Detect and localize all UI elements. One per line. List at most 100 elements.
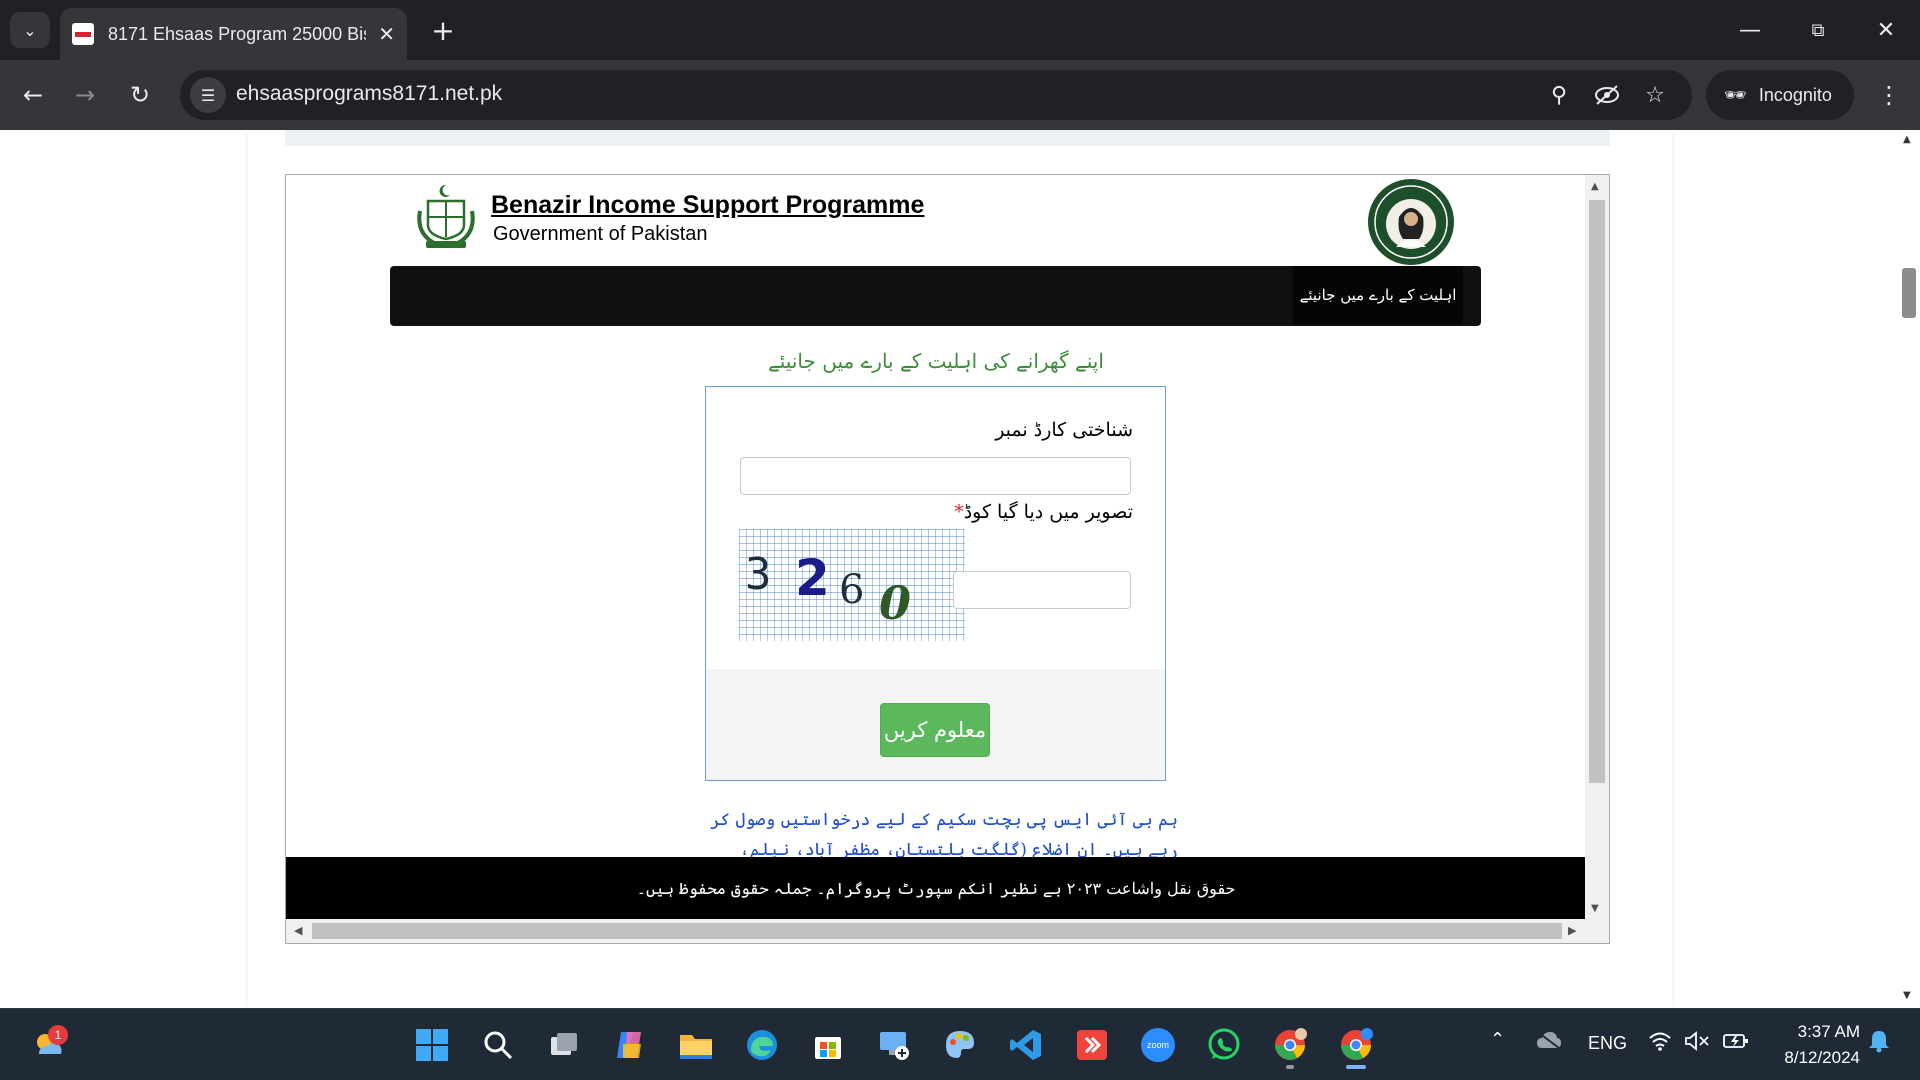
scroll-down-icon[interactable]: ▼ [1591, 903, 1599, 914]
url-text[interactable]: ehsaasprograms8171.net.pk [236, 82, 502, 106]
anydesk-button[interactable] [1068, 1021, 1116, 1069]
incognito-indicator[interactable]: 🕶 Incognito [1706, 70, 1854, 120]
required-asterisk: * [954, 501, 964, 523]
bell-icon [1869, 1031, 1889, 1053]
reload-button[interactable]: ↻ [121, 76, 159, 114]
copyright-footer: حقوق نقل واشاعت ۲۰۲۳ بے نظیر انکم سپورٹ … [286, 857, 1586, 920]
incognito-label: Incognito [1758, 84, 1832, 105]
captcha-input[interactable] [953, 571, 1131, 609]
file-explorer-button[interactable] [672, 1021, 720, 1069]
browser-menu-button[interactable]: ⋮ [1872, 76, 1906, 114]
new-tab-button[interactable]: + [425, 12, 461, 48]
chrome-profile-button[interactable] [1266, 1021, 1314, 1069]
store-icon [815, 1037, 841, 1059]
page-scroll-thumb[interactable] [1902, 268, 1916, 318]
frame-horizontal-scroll-thumb[interactable] [312, 923, 1562, 939]
edge-button[interactable] [738, 1021, 786, 1069]
page-vertical-scrollbar[interactable]: ▲ ▼ [1898, 130, 1920, 1007]
scroll-up-icon[interactable]: ▲ [1591, 181, 1599, 192]
wifi-icon[interactable] [1648, 1031, 1672, 1056]
vscode-icon [1010, 1030, 1041, 1060]
arrow-right-icon: → [74, 81, 96, 109]
battery-icon[interactable] [1722, 1031, 1750, 1056]
start-button[interactable] [408, 1021, 456, 1069]
edge-icon [747, 1030, 777, 1060]
frame-vertical-scroll-thumb[interactable] [1589, 200, 1605, 783]
reload-icon: ↻ [129, 81, 151, 109]
close-tab-icon[interactable]: ✕ [378, 22, 395, 46]
zoom-icon[interactable]: ⚲ [1542, 78, 1576, 112]
chevron-up-icon: ⌃ [1490, 1029, 1506, 1049]
show-hidden-icons-button[interactable]: ⌃ [1490, 1029, 1505, 1050]
chrome-icon [1275, 1028, 1307, 1060]
remote-desktop-icon [880, 1032, 909, 1060]
page-scroll-down-icon[interactable]: ▼ [1903, 990, 1911, 1001]
zoom-app-icon: zoom [1141, 1028, 1175, 1062]
paint-button[interactable] [936, 1021, 984, 1069]
captcha-char: 3 [745, 549, 772, 600]
tab-search-button[interactable]: ⌄ [10, 12, 50, 48]
bisp-seal-logo-icon [1368, 179, 1454, 265]
cnic-input[interactable] [740, 457, 1131, 495]
back-button[interactable]: ← [14, 76, 52, 114]
nav-eligibility-link[interactable]: اہلیت کے بارے میں جانیئے [1293, 266, 1463, 324]
close-window-button[interactable]: ✕ [1852, 0, 1920, 60]
frame-content: Benazir Income Support Programme Governm… [286, 175, 1586, 920]
clock-time: 3:37 AM [1797, 1022, 1860, 1041]
remote-desktop-button[interactable] [870, 1021, 918, 1069]
zoom-button[interactable]: zoom [1134, 1021, 1182, 1069]
frame-horizontal-scrollbar[interactable]: ◀ ▶ [286, 919, 1609, 943]
paint-palette-icon [946, 1031, 974, 1058]
copilot-button[interactable] [606, 1021, 654, 1069]
folder-icon [680, 1035, 712, 1059]
tracking-protection-icon [1595, 85, 1619, 105]
bookmark-star-icon[interactable]: ☆ [1638, 78, 1672, 112]
arrow-left-icon: ← [22, 81, 44, 109]
tune-icon: ☰ [200, 85, 216, 105]
chrome-active-button[interactable] [1332, 1021, 1380, 1069]
vscode-button[interactable] [1002, 1021, 1050, 1069]
frame-vertical-scrollbar[interactable]: ▲ ▼ [1585, 175, 1609, 920]
system-clock[interactable]: 3:37 AM 8/12/2024 [1760, 1019, 1860, 1071]
pakistan-emblem-icon [417, 184, 475, 248]
chevron-down-icon: ⌄ [23, 20, 37, 40]
submit-button[interactable]: معلوم کریں [880, 703, 990, 757]
org-subtitle: Government of Pakistan [493, 223, 708, 245]
anydesk-icon [1077, 1030, 1107, 1060]
browser-tab[interactable]: 8171 Ehsaas Program 25000 Bisp ✕ [60, 8, 407, 60]
notifications-button[interactable] [1868, 1029, 1890, 1058]
captcha-char: 0 [879, 576, 911, 630]
more-vert-icon: ⋮ [1877, 81, 1901, 109]
search-icon [484, 1031, 513, 1060]
clock-date: 8/12/2024 [1784, 1048, 1860, 1067]
whatsapp-button[interactable] [1200, 1021, 1248, 1069]
address-bar[interactable]: ☰ ehsaasprograms8171.net.pk ⚲ ☆ [180, 70, 1692, 120]
windows-start-icon [416, 1029, 448, 1061]
input-language[interactable]: ENG [1588, 1033, 1627, 1054]
captcha-char: 6 [839, 567, 864, 613]
battery-charging-icon [1723, 1034, 1748, 1048]
form-footer: معلوم کریں [706, 669, 1165, 780]
site-info-button[interactable]: ☰ [190, 77, 226, 113]
minimize-icon: — [1739, 17, 1761, 43]
volume-muted-icon[interactable] [1684, 1031, 1710, 1056]
whatsapp-icon [1208, 1028, 1240, 1060]
scroll-left-icon[interactable]: ◀ [294, 924, 302, 937]
restore-button[interactable]: ⧉ [1784, 0, 1852, 60]
minimize-button[interactable]: — [1716, 0, 1784, 60]
task-view-button[interactable] [540, 1021, 588, 1069]
forward-button[interactable]: → [66, 76, 104, 114]
weather-widget[interactable]: 1 [24, 1021, 72, 1069]
page-scroll-up-icon[interactable]: ▲ [1903, 134, 1911, 145]
search-button[interactable] [474, 1021, 522, 1069]
captcha-char: 2 [795, 549, 830, 607]
scroll-right-icon[interactable]: ▶ [1568, 924, 1576, 937]
store-button[interactable] [804, 1021, 852, 1069]
top-content-strip [285, 130, 1610, 146]
wifi-signal-icon [1649, 1032, 1671, 1051]
cnic-label: شناختی کارڈ نمبر [995, 419, 1133, 441]
eye-off-icon[interactable] [1590, 78, 1624, 112]
onedrive-icon[interactable] [1536, 1031, 1562, 1054]
chrome-icon [1341, 1028, 1373, 1060]
close-icon: ✕ [1876, 17, 1896, 43]
